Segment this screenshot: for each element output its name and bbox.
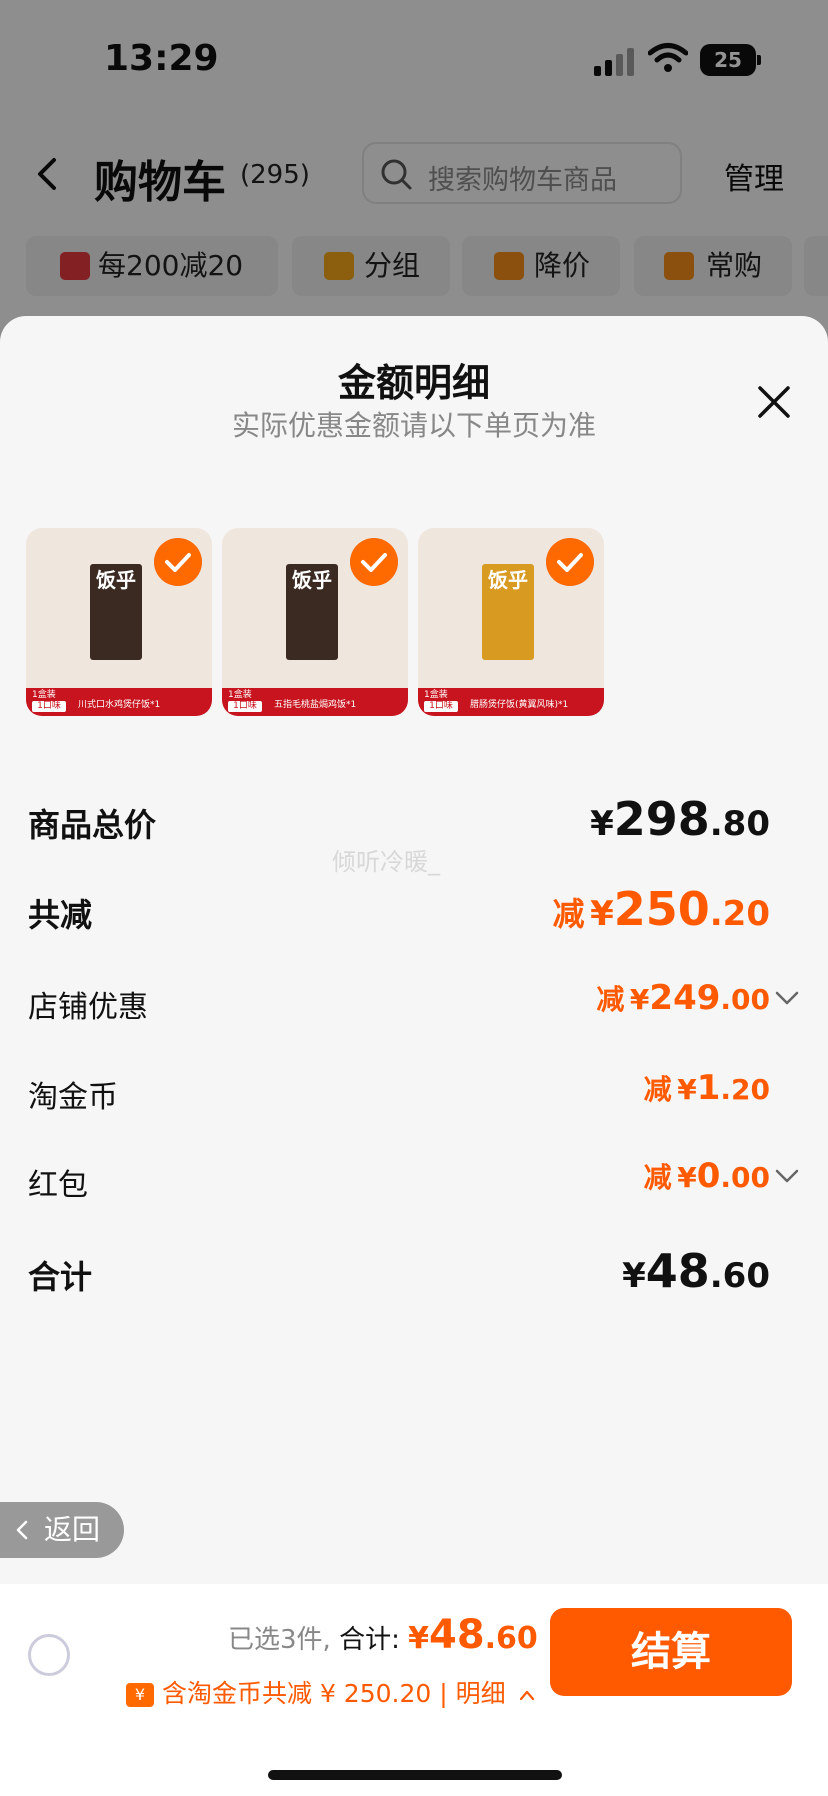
amount-decimal: .20 (709, 894, 770, 934)
row-sum: 合计 ¥48.60 (28, 1244, 800, 1304)
amount-integer: 48 (645, 1244, 710, 1298)
product-box-title: 饭乎 (96, 568, 136, 592)
chevron-down-icon[interactable] (774, 1166, 800, 1186)
selected-products: 饭乎 1盒装 1口味 川式口水鸡煲仔饭*1 饭乎 1盒装 1口味 五指毛桃盐焗鸡… (26, 528, 826, 718)
product-image: 饭乎 (90, 564, 142, 660)
product-name: 五指毛桃盐焗鸡饭*1 (274, 700, 357, 710)
row-label: 淘金币 (28, 1080, 118, 1115)
amount-integer: 298 (613, 792, 710, 846)
sheet-title: 金额明细 (337, 361, 490, 405)
amount-integer: 249 (649, 978, 721, 1018)
check-icon (546, 538, 594, 586)
discount-detail-link[interactable]: ¥ 含淘金币共减 ¥ 250.20 | 明细 (126, 1674, 536, 1710)
product-box-title: 饭乎 (292, 568, 332, 592)
row-label: 店铺优惠 (28, 990, 148, 1025)
checkout-button[interactable]: 结算 (550, 1608, 792, 1696)
currency-symbol: ¥ (677, 1161, 697, 1194)
row-amount: ¥48.60 (622, 1244, 770, 1298)
product-name: 腊肠煲仔饭(黄翼风味)*1 (470, 700, 569, 710)
discount-text: 含淘金币共减 ¥ 250.20 | 明细 (162, 1679, 506, 1708)
row-red-packet[interactable]: 红包 减 ¥0.00 (28, 1152, 800, 1212)
row-store-discount[interactable]: 店铺优惠 减 ¥249.00 (28, 974, 800, 1034)
amount-decimal: .60 (484, 1621, 538, 1656)
chevron-down-icon[interactable] (774, 988, 800, 1008)
product-tag: 1盒装 1口味 (32, 690, 66, 714)
product-card[interactable]: 饭乎 1盒装 1口味 五指毛桃盐焗鸡饭*1 (222, 528, 408, 716)
amount-integer: 0 (696, 1156, 721, 1196)
amount-prefix: 减 (596, 983, 625, 1016)
tag-pack: 1盒装 (32, 690, 56, 700)
product-image: 饭乎 (482, 564, 534, 660)
currency-symbol: ¥ (590, 804, 614, 844)
row-amount: ¥298.80 (590, 792, 770, 846)
row-amount: 减 ¥250.20 (552, 882, 770, 936)
row-label: 合计 (28, 1258, 93, 1296)
amount-integer: 250 (613, 882, 710, 936)
row-total-price: 商品总价 ¥298.80 (28, 792, 800, 852)
amount-decimal: .20 (720, 1073, 770, 1106)
row-label: 红包 (28, 1168, 88, 1203)
chevron-left-icon (16, 1520, 28, 1540)
product-tag: 1盒装 1口味 (424, 690, 458, 714)
chevron-up-icon (519, 1690, 534, 1701)
row-total-discount: 共减 减 ¥250.20 (28, 882, 800, 942)
tag-flavor: 1口味 (32, 701, 66, 712)
row-label: 共减 (28, 896, 93, 934)
product-box-title: 饭乎 (488, 568, 528, 592)
amount-detail-sheet: 金额明细 实际优惠金额请以下单页为准 饭乎 1盒装 1口味 川式口水鸡煲仔饭*1… (0, 316, 828, 1796)
tag-flavor: 1口味 (228, 701, 262, 712)
amount-decimal: .60 (709, 1256, 770, 1296)
sheet-subtitle: 实际优惠金额请以下单页为准 (231, 409, 596, 442)
amount-integer: 48 (428, 1612, 485, 1658)
return-button[interactable]: 返回 (0, 1502, 124, 1558)
tag-flavor: 1口味 (424, 701, 458, 712)
currency-symbol: ¥ (622, 1256, 646, 1296)
check-icon (154, 538, 202, 586)
amount-decimal: .80 (709, 804, 770, 844)
product-card[interactable]: 饭乎 1盒装 1口味 川式口水鸡煲仔饭*1 (26, 528, 212, 716)
product-tag: 1盒装 1口味 (228, 690, 262, 714)
amount-decimal: .00 (720, 1161, 770, 1194)
selected-count: 已选3件, (228, 1625, 331, 1655)
currency-symbol: ¥ (677, 1073, 697, 1106)
select-all-radio[interactable] (28, 1634, 70, 1676)
row-taojinbi: 淘金币 减 ¥1.20 (28, 1064, 800, 1124)
row-label: 商品总价 (28, 806, 157, 844)
product-image: 饭乎 (286, 564, 338, 660)
row-amount: 减 ¥249.00 (596, 978, 770, 1018)
tag-pack: 1盒装 (228, 690, 252, 700)
checkout-bar: 已选3件, 合计: ¥48.60 ¥ 含淘金币共减 ¥ 250.20 | 明细 结… (0, 1584, 828, 1796)
total-price: ¥48.60 (408, 1612, 538, 1658)
currency-symbol: ¥ (629, 983, 650, 1016)
close-icon[interactable] (756, 384, 792, 420)
amount-prefix: 减 (643, 1161, 672, 1194)
coin-icon: ¥ (126, 1683, 154, 1707)
row-amount: 减 ¥0.00 (644, 1156, 770, 1196)
amount-decimal: .00 (720, 983, 770, 1016)
dim-overlay[interactable] (0, 0, 828, 330)
product-card[interactable]: 饭乎 1盒装 1口味 腊肠煲仔饭(黄翼风味)*1 (418, 528, 604, 716)
selection-summary: 已选3件, 合计: ¥48.60 (228, 1612, 538, 1658)
total-label: 合计: (339, 1625, 400, 1655)
tag-pack: 1盒装 (424, 690, 448, 700)
amount-integer: 1 (696, 1068, 721, 1108)
currency-symbol: ¥ (408, 1621, 429, 1656)
home-indicator (268, 1770, 562, 1780)
amount-prefix: 减 (552, 895, 585, 933)
amount-prefix: 减 (643, 1073, 672, 1106)
product-name: 川式口水鸡煲仔饭*1 (78, 700, 161, 710)
return-label: 返回 (44, 1513, 101, 1546)
row-amount: 减 ¥1.20 (644, 1068, 770, 1108)
currency-symbol: ¥ (590, 894, 614, 934)
check-icon (350, 538, 398, 586)
